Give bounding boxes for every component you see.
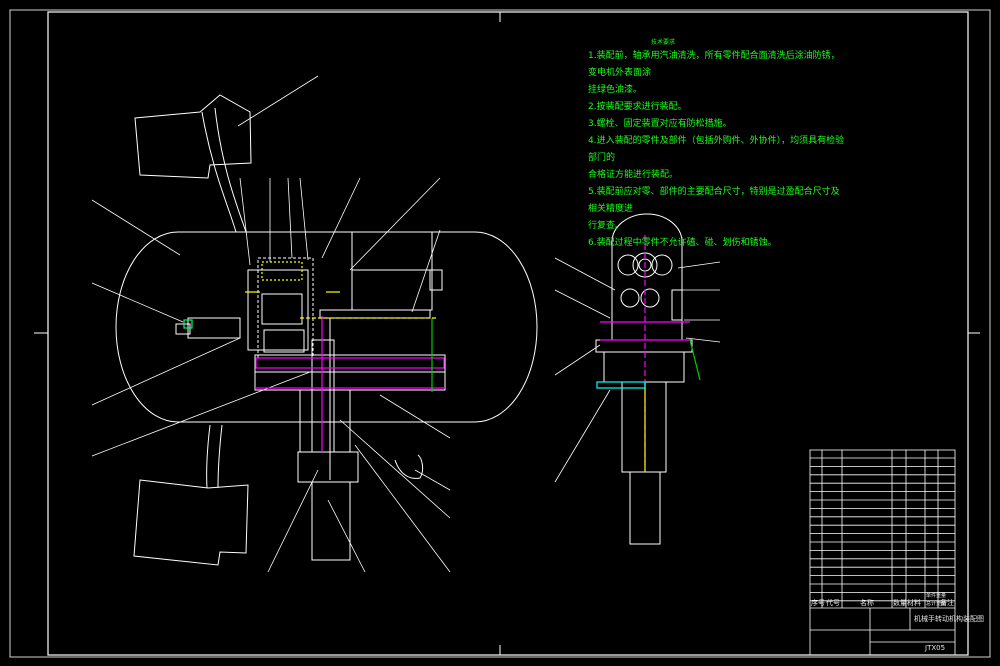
side-view xyxy=(554,213,721,545)
requirement-line: 1.装配前，轴承用汽油清洗，所有零件配合面清洗后涂油防锈，变电机外表面涂 xyxy=(588,51,840,78)
technical-requirements: 技术要求 1.装配前，轴承用汽油清洗，所有零件配合面清洗后涂油防锈，变电机外表面… xyxy=(588,38,848,252)
requirement-line: 挂绿色油漆。 xyxy=(588,85,643,95)
main-view xyxy=(91,75,538,573)
requirement-line: 3.螺栓、固定装置对应有防松措施。 xyxy=(588,119,732,129)
requirement-line: 合格证方能进行装配。 xyxy=(588,170,679,180)
tb-col-index: 序号 xyxy=(811,599,825,607)
drawing-number: JTX05 xyxy=(925,644,946,652)
title-block xyxy=(809,449,956,656)
main-view-accents xyxy=(183,261,445,452)
requirement-line: 6.装配过程中零件不允许磕、碰、划伤和锈蚀。 xyxy=(588,238,777,248)
tb-col-qty: 数量 xyxy=(893,599,907,607)
requirement-line: 2.按装配要求进行装配。 xyxy=(588,102,687,112)
drawing-title: 机械手转动机构装配图 xyxy=(914,615,984,623)
requirement-line: 行复查。 xyxy=(588,221,625,231)
tb-col-name: 名称 xyxy=(860,599,874,607)
tech-requirements-heading: 技术要求 xyxy=(650,39,675,46)
tb-col-material: 材料 xyxy=(907,599,921,607)
cad-drawing-sheet xyxy=(9,9,991,658)
tb-col-remarks: 备注 xyxy=(940,599,954,607)
requirement-line: 5.装配前应对零、部件的主要配合尺寸，特别是过盈配合尺寸及相关精度进 xyxy=(588,187,840,214)
tb-col-code: 代号 xyxy=(826,599,840,607)
requirement-line: 4.进入装配的零件及部件（包括外购件、外协件），均须具有检验部门的 xyxy=(588,136,845,163)
